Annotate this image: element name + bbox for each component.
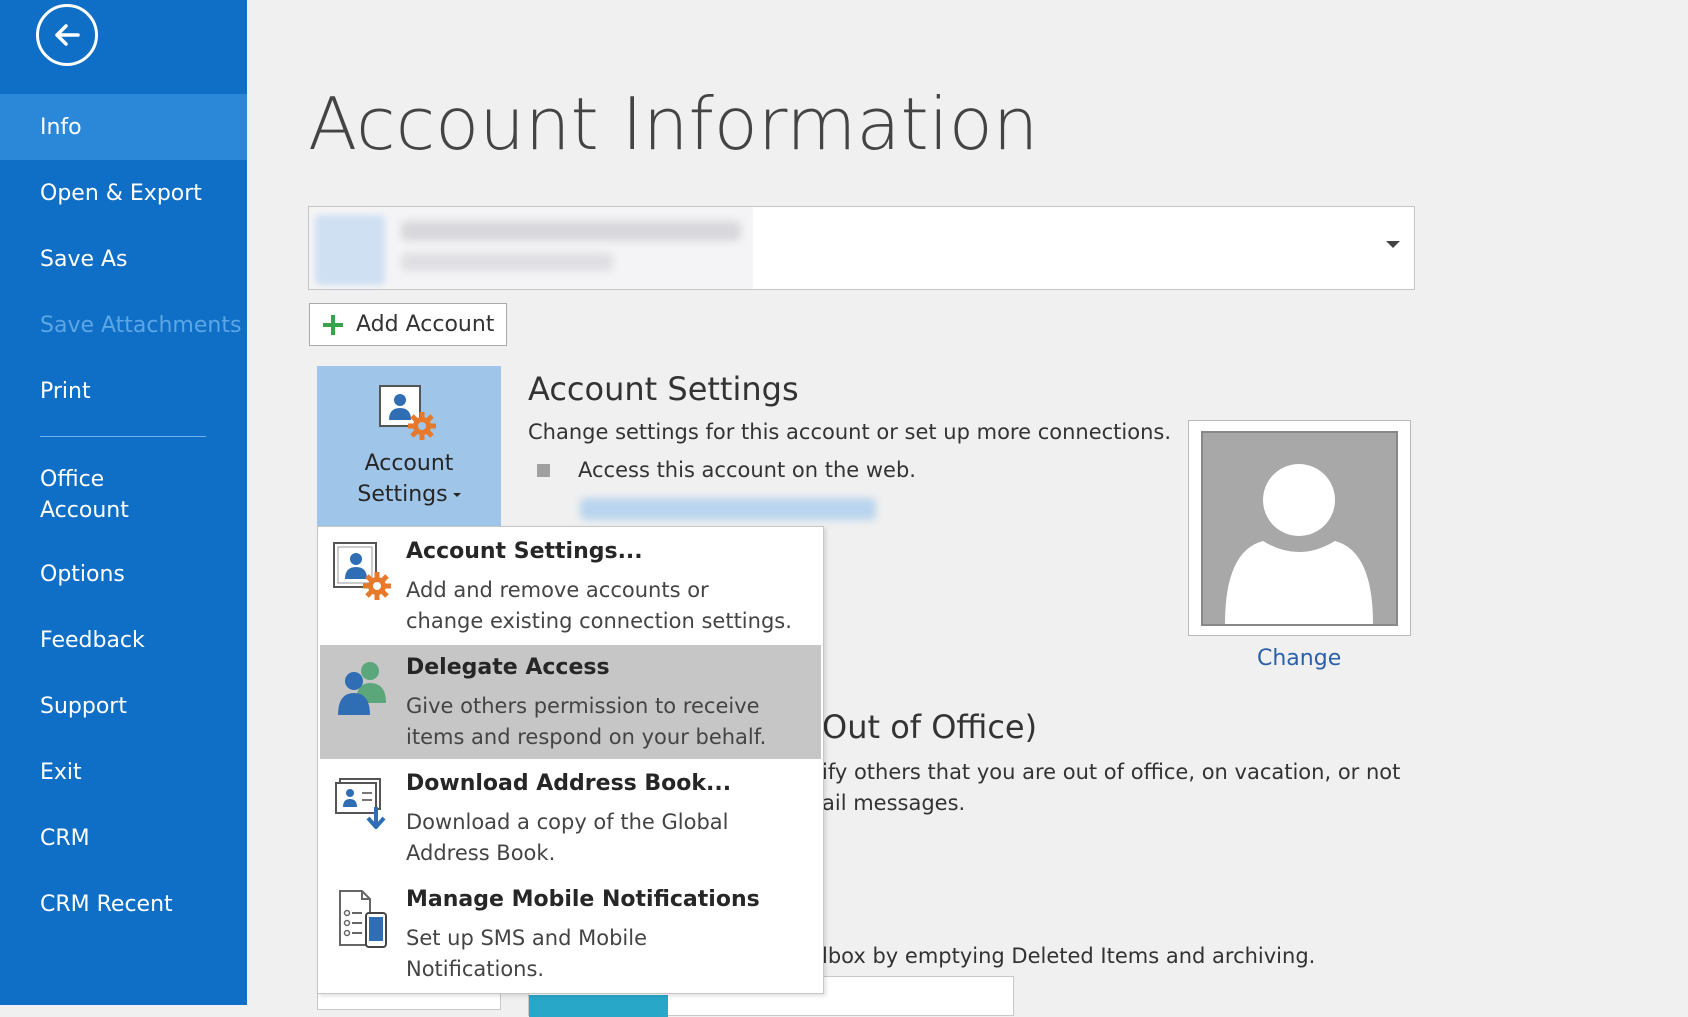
nav-item-print[interactable]: Print: [0, 358, 247, 424]
nav-item-save-attachments: Save Attachments: [0, 292, 247, 358]
nav-item-exit[interactable]: Exit: [0, 739, 247, 805]
web-access-text: Access this account on the web.: [578, 458, 916, 482]
menu-item-description: Add and remove accounts or change existi…: [406, 575, 792, 637]
mailbox-usage-fill: [529, 995, 668, 1017]
nav-item-label: Save As: [40, 246, 128, 272]
nav-item-save-as[interactable]: Save As: [0, 226, 247, 292]
blurred-web-link[interactable]: [580, 498, 876, 520]
web-access-bullet: Access this account on the web.: [537, 458, 916, 482]
mobile-notifications-icon: [332, 889, 392, 949]
nav-item-label-line: Office: [40, 467, 105, 492]
menu-item-description: Set up SMS and Mobile Notifications.: [406, 923, 647, 985]
automatic-replies-heading: Out of Office): [822, 708, 1038, 746]
nav-item-support[interactable]: Support: [0, 673, 247, 739]
account-settings-icon: [378, 384, 440, 446]
bullet-icon: [537, 463, 550, 477]
nav-separator: [40, 436, 206, 437]
mailbox-cleanup-description: lbox by emptying Deleted Items and archi…: [822, 944, 1316, 968]
account-settings-button-label: Account Settings: [357, 448, 461, 510]
nav-item-options[interactable]: Options: [0, 541, 247, 607]
profile-picture: [1188, 420, 1411, 636]
menu-item-delegate-access[interactable]: Delegate Access Give others permission t…: [320, 645, 821, 759]
nav-item-label: Exit: [40, 759, 82, 785]
nav-item-label: Info: [40, 114, 82, 140]
backstage-sidebar: Info Open & Export Save As Save Attachme…: [0, 0, 247, 1005]
button-label-line: Settings: [357, 482, 448, 507]
nav-item-label: CRM: [40, 825, 90, 851]
account-settings-button[interactable]: Account Settings: [317, 366, 501, 528]
caret-down-icon: [452, 493, 461, 497]
back-button[interactable]: [36, 4, 98, 66]
menu-item-manage-mobile-notifications[interactable]: Manage Mobile Notifications Set up SMS a…: [320, 877, 821, 991]
menu-item-description-line: change existing connection settings.: [406, 609, 792, 633]
automatic-replies-description-line2: ail messages.: [822, 791, 966, 815]
menu-item-description-line: Give others permission to receive: [406, 694, 760, 718]
menu-item-title: Download Address Book...: [406, 771, 732, 796]
menu-item-description: Give others permission to receive items …: [406, 691, 766, 753]
account-settings-icon: [332, 541, 392, 601]
nav-item-office-account[interactable]: Office Account: [0, 449, 247, 541]
account-settings-heading: Account Settings: [528, 370, 799, 408]
menu-item-description-line: Address Book.: [406, 841, 556, 865]
nav-item-label: Feedback: [40, 627, 145, 653]
nav-item-feedback[interactable]: Feedback: [0, 607, 247, 673]
button-label-line: Account: [364, 451, 454, 476]
person-silhouette-icon: [1225, 464, 1373, 624]
menu-item-title: Delegate Access: [406, 655, 610, 680]
menu-item-title: Account Settings...: [406, 539, 643, 564]
back-arrow-icon: [55, 24, 80, 46]
menu-item-description-line: Notifications.: [406, 957, 545, 981]
nav-item-crm[interactable]: CRM: [0, 805, 247, 871]
nav-item-label: Support: [40, 693, 127, 719]
account-settings-menu: Account Settings... Add and remove accou…: [317, 526, 824, 994]
blurred-account-email: [401, 221, 741, 241]
menu-item-description-line: Set up SMS and Mobile: [406, 926, 647, 950]
nav-item-label: Office Account: [40, 464, 129, 526]
nav-item-label: Options: [40, 561, 125, 587]
address-book-download-icon: [332, 773, 392, 833]
chevron-down-icon: [1386, 241, 1400, 248]
blurred-account-type: [401, 253, 613, 271]
nav-item-label: CRM Recent: [40, 891, 173, 917]
nav-item-label: Print: [40, 378, 91, 404]
change-photo-link[interactable]: Change: [1257, 646, 1341, 671]
menu-item-description: Download a copy of the Global Address Bo…: [406, 807, 728, 869]
menu-item-download-address-book[interactable]: Download Address Book... Download a copy…: [320, 761, 821, 875]
nav-item-label-line: Account: [40, 498, 129, 523]
nav-item-info[interactable]: Info: [0, 94, 247, 160]
nav-item-label: Open & Export: [40, 180, 202, 206]
account-selector-dropdown[interactable]: [308, 206, 1415, 290]
delegate-icon: [332, 657, 392, 717]
plus-icon: [321, 313, 345, 337]
nav-item-label: Save Attachments: [40, 312, 242, 338]
menu-item-account-settings[interactable]: Account Settings... Add and remove accou…: [320, 529, 821, 643]
nav-item-open-export[interactable]: Open & Export: [0, 160, 247, 226]
account-icon: [315, 215, 385, 285]
page-title: Account Information: [308, 82, 1039, 166]
backstage-nav: Info Open & Export Save As Save Attachme…: [0, 94, 247, 937]
automatic-replies-description: ify others that you are out of office, o…: [822, 760, 1401, 784]
add-account-label: Add Account: [356, 312, 495, 337]
account-settings-description: Change settings for this account or set …: [528, 420, 1172, 444]
menu-item-description-line: Download a copy of the Global: [406, 810, 729, 834]
avatar: [1201, 431, 1398, 626]
add-account-button[interactable]: Add Account: [309, 303, 508, 346]
menu-item-title: Manage Mobile Notifications: [406, 887, 760, 912]
nav-item-crm-recent[interactable]: CRM Recent: [0, 871, 247, 937]
menu-item-description-line: items and respond on your behalf.: [406, 725, 767, 749]
blurred-account-info: [309, 207, 753, 289]
menu-item-description-line: Add and remove accounts or: [406, 578, 709, 602]
